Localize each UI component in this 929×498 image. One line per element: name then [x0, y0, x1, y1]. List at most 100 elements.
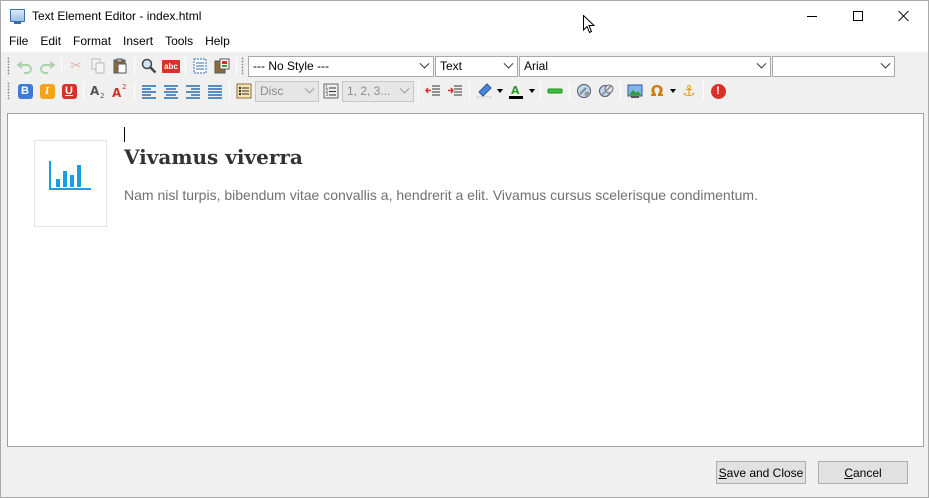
minimize-button[interactable] [789, 1, 835, 31]
select-all-button[interactable] [189, 55, 211, 77]
paste-button[interactable] [109, 55, 131, 77]
menu-edit[interactable]: Edit [34, 31, 67, 52]
bar-chart-icon [49, 161, 91, 190]
copy-button[interactable] [87, 55, 109, 77]
content-heading[interactable]: Vivamus viverra [124, 145, 303, 169]
copy-icon [91, 58, 105, 74]
font-color-dropdown[interactable] [527, 80, 537, 102]
chart-thumbnail[interactable] [34, 140, 107, 227]
spellcheck-button[interactable]: abc [160, 55, 182, 77]
insert-link-button[interactable] [573, 80, 595, 102]
toolbar-main: ✂ abc --- No Style --- Text Arial [1, 53, 928, 79]
toolbar-separator [540, 82, 541, 100]
block-type-select-value: Text [440, 58, 463, 73]
undo-icon [17, 61, 32, 74]
bullet-style-select[interactable]: Disc [255, 80, 319, 102]
numbered-list-button[interactable]: 123 [320, 80, 342, 102]
indent-icon [448, 85, 462, 96]
help-button[interactable]: ! [707, 80, 729, 102]
subscript-button[interactable]: A2 [87, 80, 109, 102]
anchor-icon: ⚓ [682, 81, 696, 100]
menu-format[interactable]: Format [67, 31, 117, 52]
indent-button[interactable] [444, 80, 466, 102]
italic-icon: I [39, 83, 55, 99]
numbering-style-select[interactable]: 1, 2, 3... [342, 80, 414, 102]
highlight-color-dropdown[interactable] [495, 80, 505, 102]
editor-window: Text Element Editor - index.html File Ed… [0, 0, 929, 498]
paste-special-button[interactable] [211, 55, 233, 77]
insert-anchor-button[interactable]: ⚓ [678, 80, 700, 102]
toolbar-separator [469, 82, 470, 100]
highlight-color-button[interactable] [473, 80, 495, 102]
toolbar-grip[interactable] [7, 82, 10, 100]
menu-file[interactable]: File [3, 31, 34, 52]
outdent-button[interactable] [422, 80, 444, 102]
font-size-select[interactable] [772, 55, 895, 77]
maximize-button[interactable] [835, 1, 881, 31]
toolbar-separator [185, 57, 186, 75]
menu-insert[interactable]: Insert [117, 31, 159, 52]
cancel-label-rest: ancel [852, 465, 882, 480]
special-character-button[interactable]: Ω [646, 80, 668, 102]
save-and-close-button[interactable]: Save and Close [716, 461, 806, 484]
special-character-dropdown[interactable] [668, 80, 678, 102]
chevron-down-icon [501, 57, 515, 76]
menu-help[interactable]: Help [199, 31, 236, 52]
undo-button[interactable] [14, 55, 36, 77]
toolbar-separator [569, 82, 570, 100]
menu-tools[interactable]: Tools [159, 31, 199, 52]
block-type-select[interactable]: Text [435, 55, 518, 77]
scissors-icon: ✂ [70, 58, 82, 74]
horizontal-rule-button[interactable] [544, 80, 566, 102]
clipboard-icon [113, 58, 127, 74]
close-button[interactable] [881, 1, 927, 31]
close-icon [898, 10, 910, 22]
superscript-button[interactable]: A2 [109, 80, 131, 102]
align-right-icon [186, 85, 200, 99]
content-paragraph[interactable]: Nam nisl turpis, bibendum vitae convalli… [124, 187, 758, 203]
chevron-down-icon [302, 82, 316, 101]
editor-content-area[interactable]: Vivamus viverra Nam nisl turpis, bibendu… [7, 113, 924, 447]
find-button[interactable] [138, 55, 160, 77]
window-title: Text Element Editor - index.html [32, 9, 202, 23]
cut-button[interactable]: ✂ [65, 55, 87, 77]
svg-text:A: A [112, 86, 122, 99]
cancel-button[interactable]: Cancel [818, 461, 908, 484]
paste-table-icon [214, 58, 230, 74]
insert-image-button[interactable] [624, 80, 646, 102]
redo-button[interactable] [36, 55, 58, 77]
save-label-rest: ave and Close [726, 465, 804, 480]
italic-button[interactable]: I [36, 80, 58, 102]
highlighter-icon [476, 83, 492, 99]
align-left-button[interactable] [138, 80, 160, 102]
numbered-list-icon: 123 [323, 83, 339, 99]
toolbar-separator [134, 57, 135, 75]
remove-link-button[interactable] [595, 80, 617, 102]
omega-icon: Ω [650, 81, 664, 100]
svg-text:A: A [511, 84, 520, 97]
align-justify-icon [208, 85, 222, 99]
toolbar-grip[interactable] [241, 57, 244, 75]
font-color-button[interactable]: A [505, 80, 527, 102]
save-mnemonic: S [718, 465, 727, 480]
bold-button[interactable]: B [14, 80, 36, 102]
align-right-button[interactable] [182, 80, 204, 102]
mouse-pointer-icon [583, 15, 595, 34]
align-center-icon [164, 85, 178, 99]
magnifier-icon [141, 58, 157, 74]
bullet-list-button[interactable] [233, 80, 255, 102]
maximize-icon [853, 11, 863, 21]
underline-button[interactable]: U [58, 80, 80, 102]
justify-button[interactable] [204, 80, 226, 102]
toolbar-grip[interactable] [7, 57, 10, 75]
font-family-select[interactable]: Arial [519, 55, 771, 77]
svg-text:2: 2 [100, 92, 104, 99]
help-alert-icon: ! [710, 83, 726, 99]
style-select[interactable]: --- No Style --- [248, 55, 434, 77]
align-center-button[interactable] [160, 80, 182, 102]
spellcheck-icon: abc [162, 59, 180, 73]
link-globe-icon [577, 84, 591, 98]
menu-bar: File Edit Format Insert Tools Help [1, 31, 928, 52]
image-icon [627, 84, 643, 98]
toolbar-separator [418, 82, 419, 100]
